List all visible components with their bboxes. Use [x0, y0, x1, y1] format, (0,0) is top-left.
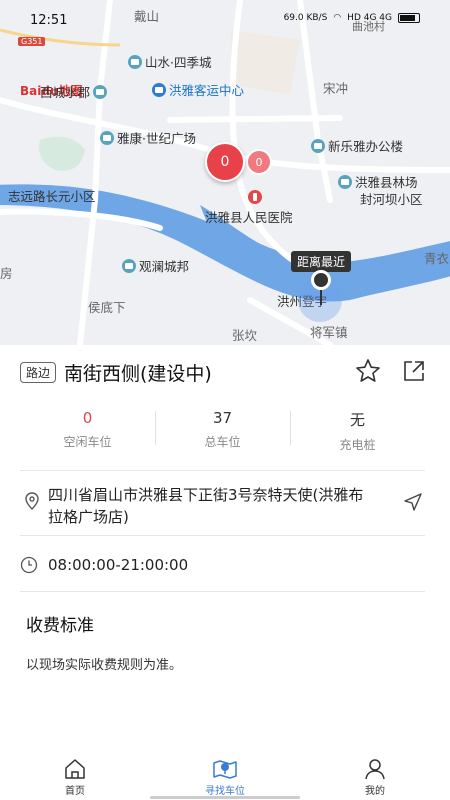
stat-label: 空闲车位 [63, 435, 112, 449]
address-text: 四川省眉山市洪雅县下正街3号奈特天使(洪雅布拉格广场店) [48, 486, 364, 526]
address-row[interactable]: 四川省眉山市洪雅县下正街3号奈特天使(洪雅布拉格广场店) [20, 482, 425, 534]
map-label: 房 [0, 266, 13, 281]
building-icon [311, 139, 325, 153]
map-poi[interactable]: 雅康·世纪广场 [100, 128, 196, 147]
map-poi[interactable]: 志远路长元小区 [8, 186, 96, 205]
map-view[interactable]: 12:51 69.0 KB/S ◠ HD 4G 4G G351 Baidu地图 … [0, 0, 450, 345]
stat-value: 0 [82, 409, 93, 427]
home-icon [65, 759, 85, 779]
building-icon [93, 85, 108, 99]
hours-row: 08:00:00-21:00:00 [20, 550, 188, 580]
stat-value: 37 [212, 409, 233, 427]
map-label: 戴山 [134, 9, 160, 24]
parking-stats: 0 空闲车位 37 总车位 无 充电桩 [20, 409, 425, 452]
parking-marker-selected[interactable]: 0 [205, 142, 245, 182]
location-pin-icon[interactable] [311, 270, 331, 290]
map-poi[interactable]: 新乐雅办公楼 [311, 136, 403, 155]
map-poi[interactable]: 山水·四季城 [128, 52, 211, 71]
user-icon [365, 759, 385, 780]
parking-marker-small[interactable]: 0 [246, 149, 272, 175]
favorite-star-icon[interactable] [354, 357, 382, 385]
wifi-icon: ◠ [333, 13, 342, 23]
status-time: 12:51 [30, 13, 68, 28]
stat-label: 总车位 [204, 435, 241, 449]
divider [20, 470, 425, 471]
map-poi[interactable]: 观澜城邦 [122, 256, 189, 275]
title-row: 路边 南街西侧(建设中) [20, 359, 212, 386]
highway-tag: G351 [18, 37, 46, 46]
map-poi[interactable]: 西城水郡 [40, 82, 110, 101]
tab-home[interactable]: 首页 [0, 755, 150, 800]
net-speed: 69.0 KB/S [283, 13, 328, 23]
tab-mine[interactable]: 我的 [300, 755, 450, 800]
map-label: 洪雅县人民医院 [205, 210, 293, 225]
clock-icon [20, 556, 38, 574]
building-icon [128, 55, 142, 69]
map-label: 侯底下 [88, 300, 126, 315]
map-label: 宋冲 [323, 81, 349, 96]
bottom-tab-bar: 首页 寻找车位 我的 [0, 755, 450, 800]
stat-free-spaces: 0 空闲车位 [20, 409, 155, 449]
share-icon[interactable] [400, 357, 428, 385]
divider [20, 591, 425, 592]
home-indicator [150, 796, 300, 799]
hospital-poi[interactable] [248, 190, 265, 205]
stat-value: 无 [349, 411, 365, 429]
stat-label: 充电桩 [339, 438, 376, 452]
parking-name: 南街西侧(建设中) [64, 363, 212, 385]
stat-total-spaces: 37 总车位 [155, 409, 290, 449]
location-icon [25, 492, 39, 510]
navigate-icon[interactable] [403, 492, 423, 512]
tab-label: 首页 [65, 786, 85, 797]
building-icon [338, 175, 352, 189]
bus-icon [152, 83, 166, 97]
tab-label: 我的 [365, 786, 385, 797]
map-search-icon [213, 760, 237, 779]
fee-title: 收费标准 [26, 616, 94, 636]
map-label: 青衣 [424, 251, 450, 266]
battery-icon [398, 13, 420, 23]
building-icon [122, 259, 136, 273]
tab-label: 寻找车位 [205, 786, 245, 797]
nearest-tooltip: 距离最近 [291, 251, 352, 272]
pin-stem [320, 289, 322, 305]
hospital-icon [248, 190, 262, 204]
map-poi[interactable]: 洪雅客运中心 [152, 80, 244, 99]
parking-type-tag: 路边 [20, 362, 57, 383]
opening-hours: 08:00:00-21:00:00 [48, 556, 189, 574]
divider [20, 535, 425, 536]
tab-find-parking[interactable]: 寻找车位 [150, 755, 300, 800]
building-icon [100, 131, 114, 145]
map-label: 将军镇 [310, 325, 348, 340]
map-label: 张坎 [232, 328, 258, 343]
fee-description: 以现场实际收费规则为准。 [26, 658, 183, 673]
map-label: 曲池村 [352, 20, 385, 33]
parking-detail-sheet: 路边 南街西侧(建设中) 0 空闲车位 37 总车位 无 充电桩 四川省眉山市洪… [0, 345, 450, 755]
stat-charging: 无 充电桩 [290, 409, 425, 452]
map-label: 封河坝小区 [360, 192, 423, 207]
